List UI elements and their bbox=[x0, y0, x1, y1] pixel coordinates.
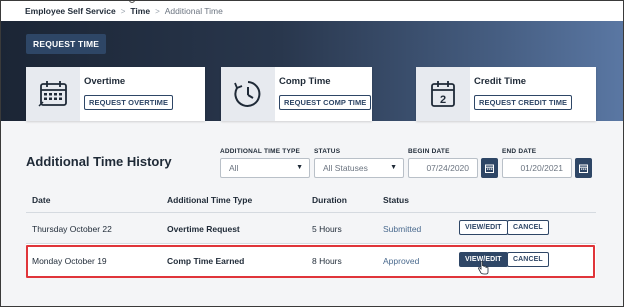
request-time-button[interactable]: REQUEST TIME bbox=[26, 34, 107, 54]
request-comp-time-button[interactable]: REQUEST COMP TIME bbox=[279, 95, 372, 110]
clock-icon bbox=[221, 67, 275, 121]
end-date-calendar-button[interactable] bbox=[575, 158, 592, 178]
begin-date-calendar-button[interactable] bbox=[481, 158, 498, 178]
row-duration: 8 Hours bbox=[312, 256, 342, 266]
overtime-card: Overtime REQUEST OVERTIME bbox=[26, 67, 205, 121]
table-header bbox=[26, 186, 596, 213]
row-date: Thursday October 22 bbox=[32, 224, 112, 234]
status-filter-value: All Statuses bbox=[323, 163, 368, 173]
hand-cursor-icon bbox=[478, 261, 489, 275]
end-date-input[interactable]: 01/20/2021 bbox=[502, 158, 572, 178]
svg-text:2: 2 bbox=[440, 94, 446, 106]
column-header-duration: Duration bbox=[312, 195, 347, 205]
comp-time-card: Comp Time REQUEST COMP TIME bbox=[221, 67, 372, 121]
begin-date-input[interactable]: 07/24/2020 bbox=[408, 158, 478, 178]
breadcrumb-section[interactable]: Time bbox=[130, 6, 150, 16]
row-duration: 5 Hours bbox=[312, 224, 342, 234]
chevron-down-icon: ▼ bbox=[296, 164, 303, 171]
status-filter-select[interactable]: All Statuses ▼ bbox=[314, 158, 404, 178]
row-status: Approved bbox=[383, 256, 420, 266]
type-filter-value: All bbox=[229, 163, 239, 173]
breadcrumb-separator: > bbox=[155, 6, 160, 16]
credit-time-card: 2 Credit Time REQUEST CREDIT TIME bbox=[416, 67, 596, 121]
breadcrumb-root[interactable]: Employee Self Service bbox=[25, 6, 116, 16]
request-credit-time-button[interactable]: REQUEST CREDIT TIME bbox=[474, 95, 573, 110]
begin-date-label: BEGIN DATE bbox=[408, 148, 450, 155]
type-filter-select[interactable]: All ▼ bbox=[220, 158, 310, 178]
breadcrumb-current: Additional Time bbox=[164, 6, 223, 16]
calendar-2-icon: 2 bbox=[416, 67, 470, 121]
view-edit-button[interactable]: VIEW/EDIT bbox=[459, 220, 508, 235]
column-header-status: Status bbox=[383, 195, 409, 205]
card-title: Overtime bbox=[84, 76, 126, 87]
end-date-value: 01/20/2021 bbox=[520, 163, 563, 173]
calendar-icon bbox=[485, 164, 494, 173]
cancel-button[interactable]: CANCEL bbox=[507, 252, 549, 267]
column-header-type: Additional Time Type bbox=[167, 195, 253, 205]
type-filter-label: ADDITIONAL TIME TYPE bbox=[220, 148, 301, 155]
request-overtime-button[interactable]: REQUEST OVERTIME bbox=[84, 95, 174, 110]
app-window: Employee Self Service > Time > Additiona… bbox=[0, 0, 624, 307]
end-date-label: END DATE bbox=[502, 148, 537, 155]
calendar-icon bbox=[579, 164, 588, 173]
cancel-button[interactable]: CANCEL bbox=[507, 220, 549, 235]
status-filter-label: STATUS bbox=[314, 148, 341, 155]
row-status: Submitted bbox=[383, 224, 422, 234]
row-date: Monday October 19 bbox=[32, 256, 107, 266]
row-type: Overtime Request bbox=[167, 224, 240, 234]
chevron-down-icon: ▼ bbox=[390, 164, 397, 171]
column-header-date: Date bbox=[32, 195, 51, 205]
breadcrumb-separator: > bbox=[120, 6, 126, 16]
row-type: Comp Time Earned bbox=[167, 256, 245, 266]
card-title: Comp Time bbox=[279, 76, 331, 87]
begin-date-value: 07/24/2020 bbox=[426, 163, 469, 173]
breadcrumb: Employee Self Service > Time > Additiona… bbox=[1, 1, 623, 21]
card-title: Credit Time bbox=[474, 76, 527, 87]
history-title: Additional Time History bbox=[26, 154, 172, 169]
calendar-grid-icon bbox=[26, 67, 80, 121]
